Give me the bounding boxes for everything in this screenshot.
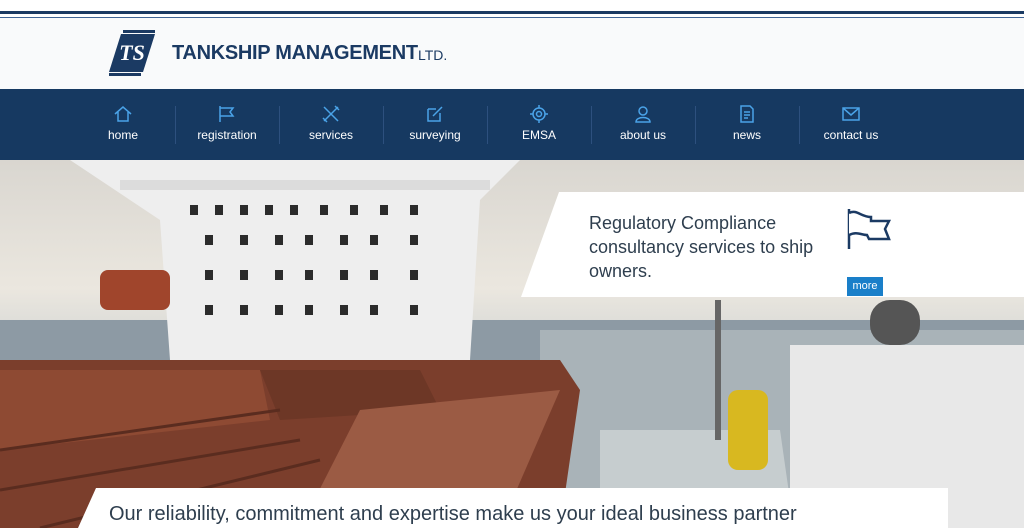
envelope-icon — [842, 107, 860, 121]
tagline: Our reliability, commitment and expertis… — [109, 503, 797, 525]
nav-item-about-us[interactable]: about us — [593, 89, 693, 160]
main-nav: home registration services surveying EMS… — [0, 89, 1024, 160]
logo-text: TS — [119, 40, 145, 65]
nav-item-news[interactable]: news — [697, 89, 797, 160]
nav-label-about-us: about us — [619, 128, 667, 142]
nav-label-contact-us: contact us — [823, 128, 879, 142]
flag-icon — [847, 209, 892, 249]
news-icon — [740, 105, 754, 123]
nav-item-contact-us[interactable]: contact us — [801, 89, 901, 160]
nav-divider — [695, 106, 696, 144]
nav-divider — [591, 106, 592, 144]
brand-suffix: LTD. — [418, 47, 448, 63]
nav-label-emsa: EMSA — [521, 128, 556, 142]
slide-caption: Regulatory Compliance consultancy servic… — [589, 213, 814, 281]
nav-label-home: home — [107, 128, 139, 142]
nav-label-services: services — [308, 128, 353, 142]
top-rule — [0, 11, 1024, 14]
nav-item-home[interactable]: home — [73, 89, 173, 160]
nav-label-surveying: surveying — [409, 128, 461, 142]
nav-item-services[interactable]: services — [281, 89, 381, 160]
nav-item-emsa[interactable]: EMSA — [489, 89, 589, 160]
more-button[interactable]: more — [847, 277, 883, 296]
user-icon — [635, 106, 651, 123]
nav-divider — [487, 106, 488, 144]
nav-item-registration[interactable]: registration — [177, 89, 277, 160]
tools-icon — [322, 105, 340, 123]
brand-name[interactable]: TANKSHIP MANAGEMENT — [172, 42, 418, 65]
edit-icon — [427, 106, 443, 122]
nav-item-surveying[interactable]: surveying — [385, 89, 485, 160]
gear-icon — [530, 105, 548, 123]
nav-divider — [279, 106, 280, 144]
nav-divider — [383, 106, 384, 144]
flag-icon — [219, 106, 235, 122]
logo[interactable]: TS — [109, 30, 157, 76]
home-icon — [114, 106, 132, 122]
nav-label-registration: registration — [197, 128, 257, 142]
nav-label-news: news — [732, 128, 761, 142]
nav-divider — [175, 106, 176, 144]
nav-divider — [799, 106, 800, 144]
